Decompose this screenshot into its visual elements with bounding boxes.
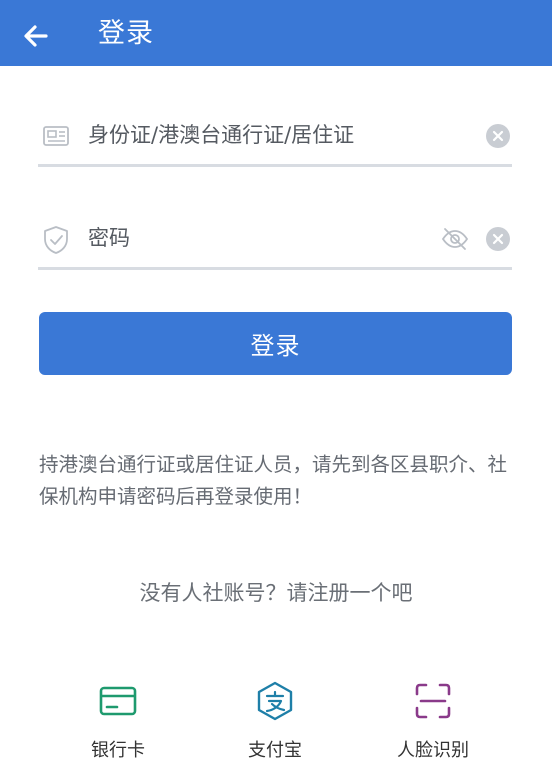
bank-card-label: 银行卡 bbox=[91, 740, 145, 761]
face-recognition-label: 人脸识别 bbox=[397, 740, 469, 761]
top-app-bar: 登录 bbox=[0, 0, 552, 66]
notice-text: 持港澳台通行证或居住证人员，请先到各区县职介、社保机构申请密码后再登录使用！ bbox=[39, 453, 508, 508]
bank-card-login-button[interactable]: 银行卡 bbox=[58, 680, 178, 762]
alipay-icon bbox=[254, 680, 296, 722]
id-number-field bbox=[38, 106, 512, 167]
clear-icon[interactable] bbox=[486, 227, 510, 251]
password-field bbox=[38, 209, 512, 270]
arrow-left-icon[interactable] bbox=[22, 22, 50, 50]
login-page: 登录 身份证/港澳台通行证/居住证 登录 持港澳台通行证或居住证人员，请先到各区… bbox=[0, 0, 552, 769]
id-card-icon bbox=[42, 122, 70, 150]
register-link[interactable]: 没有人社账号？请注册一个吧 bbox=[0, 577, 552, 607]
password-input[interactable] bbox=[88, 219, 418, 257]
alipay-label: 支付宝 bbox=[248, 740, 302, 761]
id-number-input[interactable] bbox=[88, 116, 418, 154]
face-scan-icon bbox=[412, 680, 454, 722]
page-title: 登录 bbox=[98, 18, 154, 49]
login-button[interactable]: 登录 bbox=[39, 312, 512, 375]
face-recognition-login-button[interactable]: 人脸识别 bbox=[373, 680, 493, 762]
eye-off-icon[interactable] bbox=[440, 225, 470, 253]
bank-card-icon bbox=[97, 680, 139, 722]
alipay-login-button[interactable]: 支付宝 bbox=[215, 680, 335, 762]
shield-check-icon bbox=[42, 225, 70, 254]
clear-icon[interactable] bbox=[486, 124, 510, 148]
